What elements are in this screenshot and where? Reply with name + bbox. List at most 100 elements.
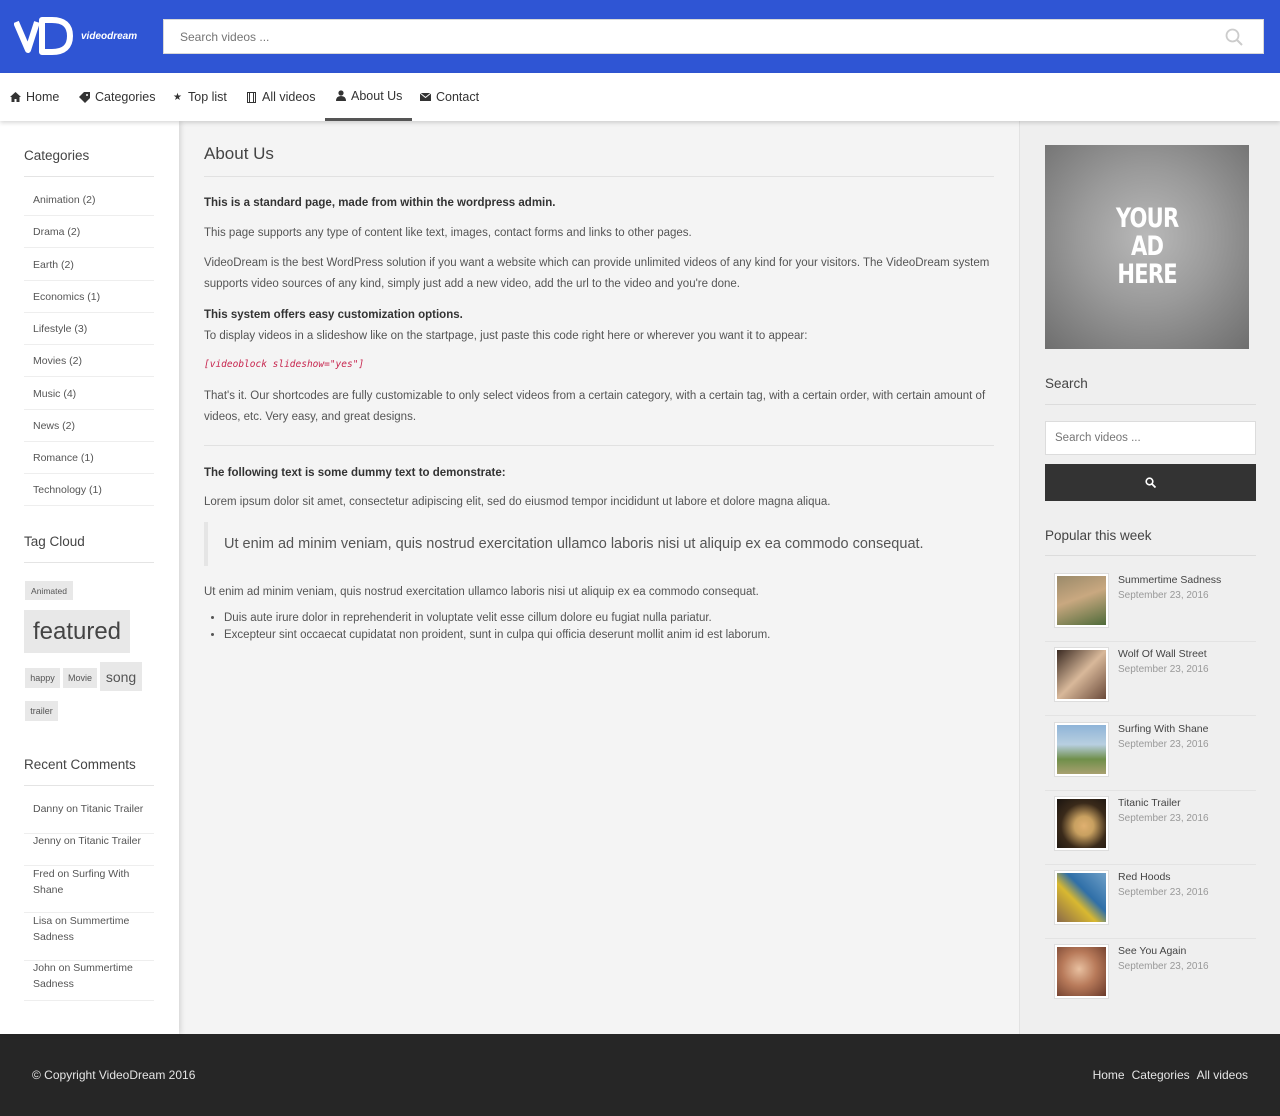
- popular-video-item[interactable]: Red Hoods September 23, 2016: [1045, 865, 1256, 939]
- video-date: September 23, 2016: [1118, 590, 1209, 601]
- video-title[interactable]: Wolf Of Wall Street: [1118, 648, 1207, 660]
- popular-video-item[interactable]: See You Again September 23, 2016: [1045, 939, 1256, 1013]
- ad-banner[interactable]: YOUR AD HERE: [1045, 145, 1249, 349]
- tag-link[interactable]: Movie: [63, 668, 97, 688]
- video-date: September 23, 2016: [1118, 664, 1209, 675]
- sidebar-search-input[interactable]: [1046, 422, 1255, 454]
- category-link[interactable]: Earth (2): [24, 249, 154, 281]
- tag-link[interactable]: trailer: [25, 701, 58, 721]
- recent-comment[interactable]: Danny on Titanic Trailer: [24, 802, 154, 834]
- title-divider: [204, 176, 994, 177]
- nav-categories[interactable]: Categories: [79, 73, 155, 121]
- divider: [1045, 555, 1256, 556]
- nav-top-list[interactable]: ★ Top list: [172, 73, 227, 121]
- popular-video-item[interactable]: Summertime Sadness September 23, 2016: [1045, 568, 1256, 642]
- category-link[interactable]: Economics (1): [24, 281, 154, 313]
- video-title[interactable]: Summertime Sadness: [1118, 574, 1221, 586]
- paragraph: VideoDream is the best WordPress solutio…: [204, 257, 990, 290]
- categories-widget-title: Categories: [24, 148, 90, 163]
- thumbnail-image: [1057, 725, 1106, 774]
- category-link[interactable]: Animation (2): [24, 184, 154, 216]
- nav-home[interactable]: Home: [10, 73, 59, 121]
- home-icon: [10, 92, 21, 103]
- popular-video-item[interactable]: Titanic Trailer September 23, 2016: [1045, 791, 1256, 865]
- video-thumbnail[interactable]: [1054, 573, 1109, 628]
- tag-cloud-title: Tag Cloud: [24, 534, 85, 549]
- main-nav: Home Categories ★ Top list All videos Ab…: [0, 73, 1280, 121]
- nav-about-us[interactable]: About Us: [325, 73, 413, 121]
- paragraph: Lorem ipsum dolor sit amet, consectetur …: [204, 496, 831, 508]
- nav-label: About Us: [351, 88, 403, 103]
- video-thumbnail[interactable]: [1054, 796, 1109, 851]
- popular-widget-title: Popular this week: [1045, 528, 1152, 543]
- divider: [24, 785, 154, 786]
- recent-comment[interactable]: Fred on Surfing With Shane: [24, 866, 154, 913]
- thumbnail-image: [1057, 873, 1106, 922]
- header-search-input[interactable]: [164, 20, 1263, 53]
- paragraph: To display videos in a slideshow like on…: [204, 330, 808, 342]
- thumbnail-image: [1057, 576, 1106, 625]
- category-link[interactable]: Music (4): [24, 378, 154, 410]
- copyright-text: © Copyright VideoDream 2016: [32, 1068, 196, 1082]
- recent-comments-title: Recent Comments: [24, 757, 136, 772]
- category-link[interactable]: Drama (2): [24, 216, 154, 248]
- nav-label: Contact: [436, 90, 480, 104]
- site-logo[interactable]: videodream: [14, 14, 137, 58]
- dummy-text-heading: The following text is some dummy text to…: [204, 467, 506, 479]
- video-title[interactable]: Red Hoods: [1118, 871, 1171, 883]
- star-icon: ★: [173, 91, 182, 103]
- category-link[interactable]: Movies (2): [24, 345, 154, 377]
- tag-link[interactable]: featured: [24, 610, 130, 653]
- recent-comment[interactable]: Lisa on Summertime Sadness: [24, 914, 154, 961]
- category-link[interactable]: Lifestyle (3): [24, 313, 154, 345]
- category-link[interactable]: Technology (1): [24, 474, 154, 506]
- footer-link-all-videos[interactable]: All videos: [1197, 1068, 1248, 1082]
- brand-name: videodream: [81, 30, 138, 42]
- search-icon[interactable]: [1225, 28, 1243, 46]
- divider: [24, 176, 154, 177]
- main-content: About Us This is a standard page, made f…: [179, 121, 1019, 1034]
- popular-video-item[interactable]: Surfing With Shane September 23, 2016: [1045, 717, 1256, 791]
- nav-label: All videos: [262, 90, 316, 104]
- recent-comment[interactable]: John on Summertime Sadness: [24, 961, 154, 1001]
- sidebar-search-button[interactable]: [1045, 464, 1256, 501]
- tag-link[interactable]: happy: [25, 668, 60, 688]
- popular-video-item[interactable]: Wolf Of Wall Street September 23, 2016: [1045, 642, 1256, 716]
- film-icon: [246, 91, 257, 103]
- nav-contact[interactable]: Contact: [420, 73, 479, 121]
- page-title: About Us: [204, 144, 274, 163]
- video-title[interactable]: Surfing With Shane: [1118, 723, 1208, 735]
- tag-link[interactable]: song: [100, 662, 142, 691]
- footer-link-home[interactable]: Home: [1093, 1068, 1125, 1082]
- intro-bold-text: This is a standard page, made from withi…: [204, 197, 556, 209]
- category-link[interactable]: Romance (1): [24, 442, 154, 474]
- video-title[interactable]: See You Again: [1118, 945, 1186, 957]
- video-thumbnail[interactable]: [1054, 870, 1109, 925]
- user-icon: [335, 90, 346, 101]
- ad-text-line: AD: [1130, 231, 1164, 262]
- thumbnail-image: [1057, 650, 1106, 699]
- video-title[interactable]: Titanic Trailer: [1118, 797, 1181, 809]
- header-search: [163, 19, 1264, 54]
- category-link[interactable]: News (2): [24, 410, 154, 442]
- tag-icon: [79, 91, 90, 103]
- envelope-icon: [420, 92, 431, 103]
- recent-comment[interactable]: Jenny on Titanic Trailer: [24, 834, 154, 866]
- video-date: September 23, 2016: [1118, 813, 1209, 824]
- video-thumbnail[interactable]: [1054, 722, 1109, 777]
- videodream-logo-icon: [14, 17, 73, 55]
- tag-link[interactable]: Animated: [25, 581, 73, 600]
- footer-links: Home Categories All videos: [1093, 1068, 1248, 1082]
- video-thumbnail[interactable]: [1054, 647, 1109, 702]
- thumbnail-image: [1057, 799, 1106, 848]
- nav-all-videos[interactable]: All videos: [246, 73, 316, 121]
- paragraph: That's it. Our shortcodes are fully cust…: [204, 390, 986, 423]
- video-date: September 23, 2016: [1118, 739, 1209, 750]
- video-thumbnail[interactable]: [1054, 944, 1109, 999]
- blockquote: Ut enim ad minim veniam, quis nostrud ex…: [204, 522, 994, 566]
- bullet-list: Duis aute irure dolor in reprehenderit i…: [224, 610, 770, 644]
- divider: [24, 562, 154, 563]
- search-icon: [1145, 477, 1156, 488]
- left-sidebar: Categories Animation (2) Drama (2) Earth…: [0, 121, 179, 1034]
- footer-link-categories[interactable]: Categories: [1132, 1068, 1190, 1082]
